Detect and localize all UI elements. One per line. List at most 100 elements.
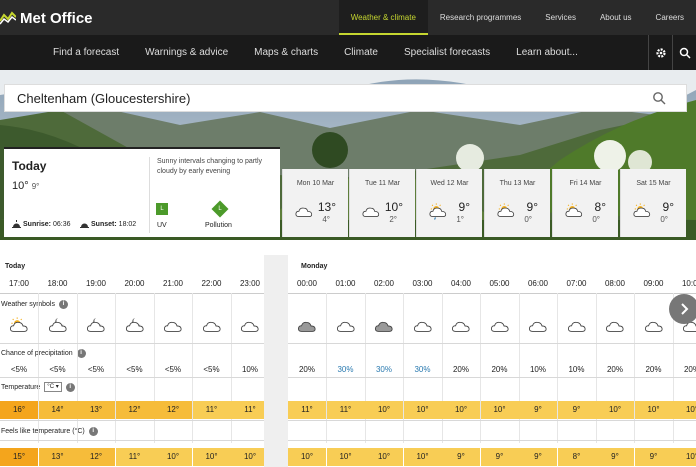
- sun-cloud-icon: [633, 203, 651, 218]
- nav-item-5[interactable]: Learn about...: [503, 35, 591, 70]
- day-tab[interactable]: Mon 10 Mar 13° 4°: [282, 169, 348, 237]
- day-tab[interactable]: Tue 11 Mar 10° 2°: [349, 169, 415, 237]
- hour-precipitation: <5%: [49, 365, 66, 374]
- hour-feels-like: 11°: [115, 448, 154, 466]
- hour-temperature: 9°: [519, 401, 557, 419]
- nav-item-1[interactable]: Warnings & advice: [132, 35, 241, 70]
- day-tab[interactable]: Wed 12 Mar 9° 1°: [416, 169, 482, 237]
- hour-precipitation: 20%: [606, 365, 623, 374]
- today-summary-card[interactable]: Today 10° 9° Sunrise: 06:36 Sunset: 18:0…: [4, 147, 280, 237]
- hour-precipitation: <5%: [164, 365, 182, 374]
- cloud-icon: [451, 321, 470, 332]
- top-link-4[interactable]: Careers: [644, 0, 696, 35]
- sunset-icon: [80, 223, 89, 228]
- nav-item-2[interactable]: Maps & charts: [241, 35, 331, 70]
- day-tab-weather: [293, 203, 315, 225]
- hour-temperature: 11°: [192, 401, 231, 419]
- hour-precipitation: 20%: [491, 365, 508, 374]
- hour-weather-symbol: [558, 317, 596, 337]
- pollution-label: Pollution: [205, 222, 232, 229]
- day-tab-weather: [495, 203, 517, 225]
- hour-time: 20:00: [124, 279, 145, 288]
- brand-name: Met Office: [20, 9, 93, 27]
- main-nav: Find a forecast Warnings & advice Maps & c…: [0, 35, 696, 70]
- info-icon[interactable]: i: [88, 427, 98, 436]
- day-tab-min-temp: 0°: [524, 215, 532, 224]
- hour-temperature: 16°: [0, 401, 38, 419]
- day-tab[interactable]: Fri 14 Mar 8° 0°: [552, 169, 618, 237]
- day-tab-min-temp: 0°: [660, 215, 668, 224]
- nav-item-3[interactable]: Climate: [331, 35, 391, 70]
- search-button[interactable]: [672, 35, 696, 70]
- day-tab-date: Wed 12 Mar: [430, 180, 469, 187]
- uv-label: UV: [157, 222, 167, 229]
- nav-item-4[interactable]: Specialist forecasts: [391, 35, 503, 70]
- hour-feels-like: 9°: [519, 448, 557, 466]
- hour-feels-like: 8°: [557, 448, 596, 466]
- day-divider: [264, 255, 288, 467]
- logo-icon: [0, 11, 16, 25]
- day-tab-max-temp: 8°: [594, 200, 606, 214]
- row-divider: [0, 440, 696, 441]
- hour-precipitation: <5%: [10, 365, 28, 374]
- hour-weather-symbol: [193, 317, 231, 337]
- top-links: Weather & climate Research programmes Serv…: [338, 0, 696, 35]
- top-link-3[interactable]: About us: [588, 0, 644, 35]
- met-office-logo[interactable]: Met Office: [0, 8, 93, 28]
- nav-item-0[interactable]: Find a forecast: [40, 35, 132, 70]
- search-icon[interactable]: [652, 91, 666, 105]
- hour-feels-like: 10°: [192, 448, 231, 466]
- hour-temperature: 11°: [288, 401, 326, 419]
- hour-temperature: 14°: [38, 401, 77, 419]
- gear-icon: [655, 47, 666, 58]
- cloud-icon: [240, 321, 259, 332]
- top-link-0[interactable]: Weather & climate: [338, 0, 428, 35]
- day-tab[interactable]: Sat 15 Mar 9° 0°: [620, 169, 686, 237]
- cloud-icon: [202, 321, 221, 332]
- hour-precipitation: 30%: [337, 365, 354, 374]
- hour-time: 03:00: [412, 279, 433, 288]
- hour-weather-symbol: [404, 317, 442, 337]
- hour-weather-symbol: [116, 317, 154, 337]
- hour-temperature: 10°: [365, 401, 403, 419]
- settings-button[interactable]: [648, 35, 672, 70]
- hour-precipitation: 20%: [683, 365, 696, 374]
- hour-weather-symbol: [154, 317, 192, 337]
- monday-hourly-label: Monday: [301, 263, 328, 270]
- day-tab[interactable]: Thu 13 Mar 9° 0°: [484, 169, 550, 237]
- hour-temperature: 10°: [634, 401, 673, 419]
- hour-time: 05:00: [489, 279, 510, 288]
- temperature-unit-select[interactable]: °C ▾: [44, 382, 62, 392]
- hour-time: 01:00: [335, 279, 356, 288]
- info-icon[interactable]: i: [58, 300, 68, 309]
- hour-weather-symbol: [596, 317, 634, 337]
- top-link-2[interactable]: Services: [533, 0, 588, 35]
- location-search-input[interactable]: [5, 85, 625, 111]
- top-link-1[interactable]: Research programmes: [428, 0, 533, 35]
- day-tab-date: Tue 11 Mar: [364, 180, 400, 187]
- hour-time: 19:00: [85, 279, 107, 288]
- hour-precipitation: 20%: [298, 365, 315, 374]
- uv-badge: L: [156, 203, 168, 215]
- next-hours-button[interactable]: [669, 294, 696, 324]
- day-tab-weather: [360, 203, 382, 225]
- hour-precipitation: 30%: [414, 365, 431, 374]
- hour-time: 22:00: [201, 279, 222, 288]
- day-tab-max-temp: 10°: [384, 200, 403, 214]
- hour-time: 04:00: [450, 279, 472, 288]
- search-icon: [679, 47, 691, 59]
- hour-precipitation: 20%: [645, 365, 662, 374]
- hour-temperature: 9°: [557, 401, 596, 419]
- cloud-icon: [528, 321, 547, 332]
- info-icon[interactable]: i: [76, 349, 86, 358]
- sun-cloud-icon: [9, 317, 28, 332]
- hour-temperature: 11°: [326, 401, 365, 419]
- hourly-forecast-table: Today Monday Weather symbols i Chance of pre…: [0, 255, 696, 467]
- cloud-icon: [295, 207, 313, 218]
- day-tab-max-temp: 13°: [317, 200, 336, 214]
- today-max-temp: 10°: [12, 180, 29, 192]
- dark-cloud-icon: [297, 321, 316, 332]
- hour-feels-like: 15°: [0, 448, 38, 466]
- info-icon[interactable]: i: [65, 382, 75, 392]
- hour-time: 06:00: [527, 279, 549, 288]
